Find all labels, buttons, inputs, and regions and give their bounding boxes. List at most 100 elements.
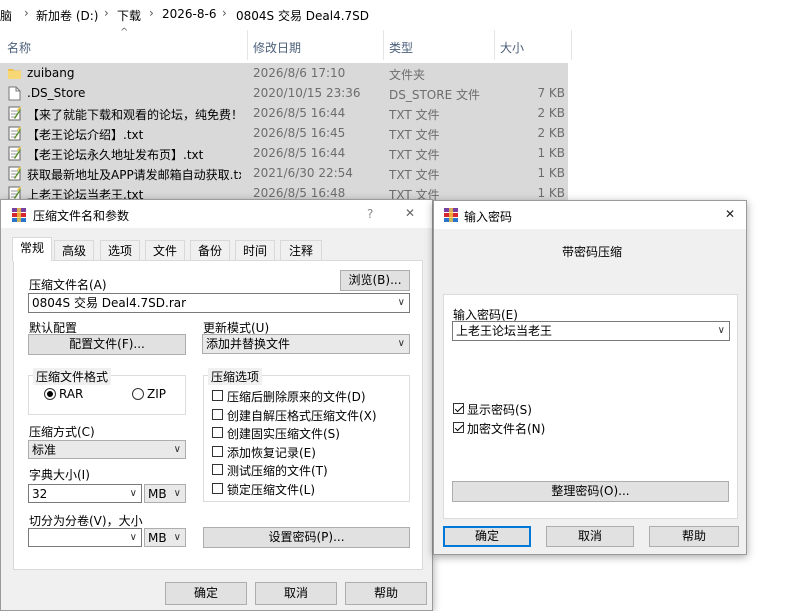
file-date: 2026/8/5 16:44 bbox=[253, 106, 346, 120]
format-rar-radio[interactable] bbox=[44, 388, 56, 400]
column-type[interactable]: 类型 bbox=[389, 39, 413, 56]
file-type: TXT 文件 bbox=[389, 128, 440, 142]
breadcrumb-item[interactable]: 0804S 交易 Deal4.7SD bbox=[236, 7, 369, 24]
archive-name-input[interactable]: 0804S 交易 Deal4.7SD.rar ∨ bbox=[28, 293, 410, 313]
file-size: 1 KB bbox=[537, 186, 565, 200]
breadcrumb-item[interactable]: 下载 bbox=[117, 7, 141, 24]
title-bar: 压缩文件名和参数 ? ✕ bbox=[1, 200, 432, 228]
chevron-down-icon: ∨ bbox=[129, 532, 137, 543]
tab-time[interactable]: 时间 bbox=[235, 240, 275, 260]
file-name: 【老王论坛介绍】.txt bbox=[27, 128, 144, 142]
chevron-down-icon: ∨ bbox=[173, 532, 181, 543]
dict-unit-select[interactable]: MB ∨ bbox=[144, 484, 186, 503]
format-group-label: 压缩文件格式 bbox=[33, 368, 112, 385]
split-unit-value: MB bbox=[148, 531, 167, 545]
method-value: 标准 bbox=[32, 443, 57, 457]
file-row[interactable]: .DS_Store 2020/10/15 23:36 DS_STORE 文件 7 KB bbox=[0, 83, 568, 103]
chevron-down-icon: ∨ bbox=[173, 444, 181, 455]
column-date[interactable]: 修改日期 bbox=[253, 39, 301, 56]
column-size[interactable]: 大小 bbox=[500, 39, 524, 56]
show-password-checkbox[interactable] bbox=[453, 403, 464, 414]
text-file-icon bbox=[8, 146, 21, 161]
dict-size-select[interactable]: 32 ∨ bbox=[28, 484, 142, 503]
ok-button[interactable]: 确定 bbox=[165, 582, 247, 605]
tab-advanced[interactable]: 高级 bbox=[54, 240, 94, 260]
title-bar: 输入密码 ✕ bbox=[434, 201, 746, 229]
breadcrumb-item[interactable]: 2026-8-6 bbox=[162, 7, 216, 21]
file-date: 2026/8/5 16:44 bbox=[253, 146, 346, 160]
option-checkbox[interactable] bbox=[212, 408, 223, 420]
file-type: TXT 文件 bbox=[389, 148, 440, 162]
close-icon[interactable]: ✕ bbox=[725, 207, 735, 221]
option-label: 创建固实压缩文件(S) bbox=[227, 427, 340, 441]
address-bar[interactable]: 脑 › 新加卷 (D:) › 下载 › 2026-8-6 › 0804S 交易 … bbox=[0, 0, 800, 30]
file-icon bbox=[8, 86, 21, 101]
cancel-button[interactable]: 取消 bbox=[255, 582, 337, 605]
file-row[interactable]: 【老王论坛永久地址发布页】.txt 2026/8/5 16:44 TXT 文件 1 K… bbox=[0, 143, 568, 163]
option-checkbox[interactable] bbox=[212, 464, 223, 475]
encrypt-names-checkbox[interactable] bbox=[453, 422, 464, 433]
winrar-icon bbox=[444, 208, 458, 222]
column-divider bbox=[247, 30, 248, 60]
file-row[interactable]: 【来了就能下载和观看的论坛，纯免费！... 2026/8/5 16:44 TXT 文… bbox=[0, 103, 568, 123]
file-name: 获取最新地址及APP请发邮箱自动获取.txt bbox=[27, 168, 241, 182]
format-zip-label: ZIP bbox=[147, 387, 166, 401]
sort-arrow-icon: ^ bbox=[120, 27, 129, 38]
breadcrumb-item[interactable]: 脑 bbox=[0, 7, 12, 24]
method-select[interactable]: 标准 ∨ bbox=[28, 440, 186, 459]
password-input[interactable]: 上老王论坛当老王 ∨ bbox=[452, 321, 730, 341]
chevron-down-icon: ∨ bbox=[173, 488, 181, 499]
format-zip-radio[interactable] bbox=[132, 388, 144, 400]
browse-button[interactable]: 浏览(B)... bbox=[340, 270, 410, 291]
help-button[interactable]: 帮助 bbox=[649, 526, 739, 547]
file-row[interactable]: 获取最新地址及APP请发邮箱自动获取.txt 2021/6/30 22:54 TXT… bbox=[0, 163, 568, 183]
file-date: 2026/8/5 16:45 bbox=[253, 126, 346, 140]
file-date: 2021/6/30 22:54 bbox=[253, 166, 353, 180]
close-icon[interactable]: ✕ bbox=[405, 206, 415, 220]
file-size: 2 KB bbox=[537, 126, 565, 140]
method-label: 压缩方式(C) bbox=[29, 425, 95, 439]
column-divider bbox=[571, 30, 572, 60]
help-icon[interactable]: ? bbox=[367, 207, 373, 221]
file-type: 文件夹 bbox=[389, 68, 426, 82]
encrypt-names-label: 加密文件名(N) bbox=[467, 422, 546, 436]
tab-options[interactable]: 选项 bbox=[100, 240, 140, 260]
option-checkbox[interactable] bbox=[212, 390, 223, 401]
column-name[interactable]: 名称 bbox=[7, 39, 31, 56]
file-row[interactable]: zuibang 2026/8/6 17:10 文件夹 bbox=[0, 63, 568, 83]
option-label: 锁定压缩文件(L) bbox=[227, 482, 316, 497]
file-name: 【老王论坛永久地址发布页】.txt bbox=[27, 148, 204, 162]
file-row[interactable]: 【老王论坛介绍】.txt 2026/8/5 16:45 TXT 文件 2 KB bbox=[0, 123, 568, 143]
file-size: 2 KB bbox=[537, 106, 565, 120]
breadcrumb-item[interactable]: 新加卷 (D:) bbox=[36, 7, 98, 24]
text-file-icon bbox=[8, 126, 21, 141]
text-file-icon bbox=[8, 106, 21, 121]
split-size-input[interactable]: ∨ bbox=[28, 528, 142, 547]
ok-button[interactable]: 确定 bbox=[443, 526, 531, 547]
cancel-button[interactable]: 取消 bbox=[546, 526, 634, 547]
organize-passwords-button[interactable]: 整理密码(O)... bbox=[452, 481, 729, 502]
option-checkbox[interactable] bbox=[212, 445, 223, 457]
split-unit-select[interactable]: MB ∨ bbox=[144, 528, 186, 547]
tab-comment[interactable]: 注释 bbox=[280, 240, 322, 260]
file-date: 2026/8/5 16:48 bbox=[253, 186, 346, 200]
tab-backup[interactable]: 备份 bbox=[190, 240, 230, 260]
option-checkbox[interactable] bbox=[212, 482, 223, 494]
profile-button[interactable]: 配置文件(F)... bbox=[28, 334, 186, 355]
chevron-down-icon[interactable]: ∨ bbox=[398, 294, 405, 312]
chevron-down-icon[interactable]: ∨ bbox=[718, 322, 725, 340]
set-password-button[interactable]: 设置密码(P)... bbox=[203, 527, 410, 548]
file-type: DS_STORE 文件 bbox=[389, 88, 480, 102]
split-label: 切分为分卷(V)，大小 bbox=[29, 514, 143, 528]
archive-name-value: 0804S 交易 Deal4.7SD.rar bbox=[32, 296, 187, 310]
tab-files[interactable]: 文件 bbox=[145, 240, 185, 260]
update-mode-select[interactable]: 添加并替换文件 ∨ bbox=[202, 334, 410, 354]
column-divider bbox=[383, 30, 384, 60]
archive-name-label: 压缩文件名(A) bbox=[29, 278, 107, 292]
tab-general[interactable]: 常规 bbox=[12, 237, 52, 261]
file-size: 1 KB bbox=[537, 166, 565, 180]
show-password-label: 显示密码(S) bbox=[467, 403, 532, 417]
help-button[interactable]: 帮助 bbox=[345, 582, 427, 605]
option-checkbox[interactable] bbox=[212, 427, 223, 438]
folder-icon bbox=[8, 69, 21, 79]
